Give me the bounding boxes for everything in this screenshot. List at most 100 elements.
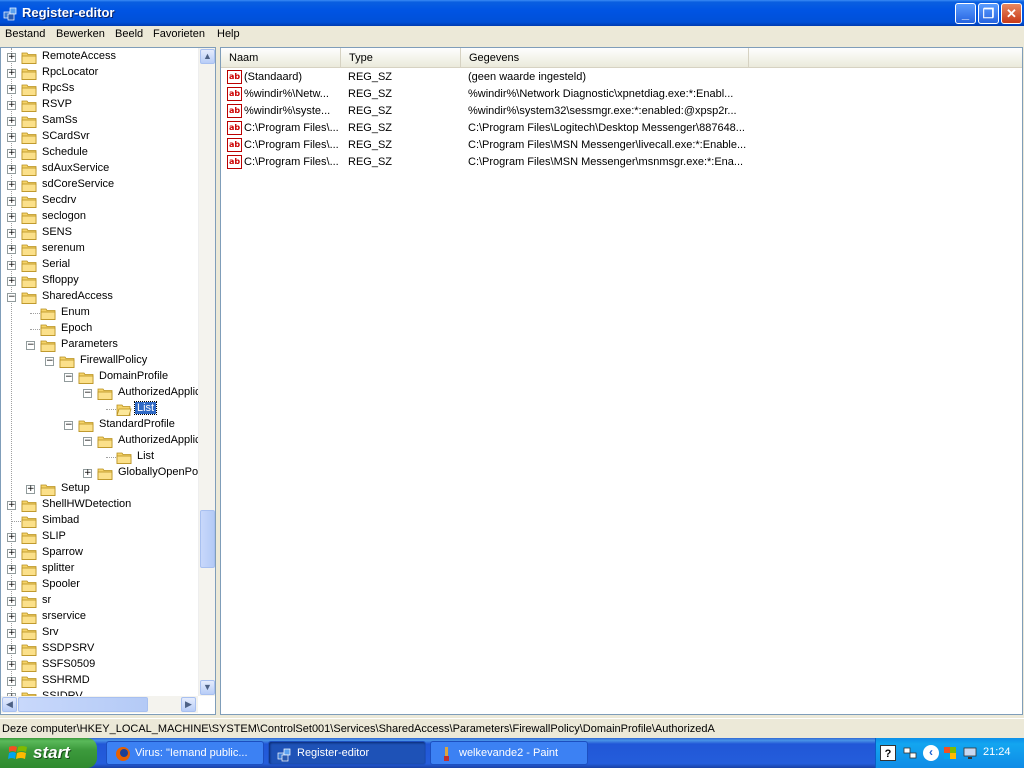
tree-node[interactable]: + SLIP	[1, 529, 215, 545]
tree-node-label[interactable]: SharedAccess	[40, 290, 115, 302]
tree-node[interactable]: + sr	[1, 593, 215, 609]
expand-icon[interactable]: +	[7, 533, 16, 542]
tree-node[interactable]: − AuthorizedApplic	[1, 385, 215, 401]
menu-bewerken[interactable]: Bewerken	[56, 28, 105, 40]
tree-node[interactable]: + Sparrow	[1, 545, 215, 561]
column-naam[interactable]: Naam	[221, 48, 341, 68]
expand-icon[interactable]: +	[7, 565, 16, 574]
collapse-icon[interactable]: −	[45, 357, 54, 366]
tree-node[interactable]: + sdAuxService	[1, 161, 215, 177]
tree-node[interactable]: Epoch	[1, 321, 215, 337]
tree-node-label[interactable]: Spooler	[40, 578, 82, 590]
tree-node[interactable]: + ShellHWDetection	[1, 497, 215, 513]
tree-node-label[interactable]: FirewallPolicy	[78, 354, 149, 366]
title-bar[interactable]: Register-editor _ ❐ ✕	[0, 0, 1024, 26]
tree-vertical-scrollbar[interactable]: ▲ ▼	[198, 48, 215, 696]
scroll-right-button[interactable]: ▶	[181, 697, 196, 712]
expand-icon[interactable]: +	[7, 613, 16, 622]
tree-node[interactable]: + Srv	[1, 625, 215, 641]
tree-node-label[interactable]: Parameters	[59, 338, 120, 350]
tree-node[interactable]: − SharedAccess	[1, 289, 215, 305]
expand-icon[interactable]: +	[7, 53, 16, 62]
collapse-icon[interactable]: −	[26, 341, 35, 350]
tree-node-label[interactable]: AuthorizedApplic	[116, 386, 203, 398]
tree-node-label[interactable]: Setup	[59, 482, 92, 494]
tree-node[interactable]: − StandardProfile	[1, 417, 215, 433]
tree-horizontal-scrollbar[interactable]: ◀ ▶	[1, 696, 198, 713]
network-icon[interactable]	[902, 745, 918, 761]
help-icon[interactable]: ?	[880, 745, 896, 761]
tree-node[interactable]: + Setup	[1, 481, 215, 497]
tree-node-label[interactable]: Enum	[59, 306, 92, 318]
tree-node-label[interactable]: List	[133, 401, 158, 415]
tree-node[interactable]: List	[1, 401, 215, 417]
menu-beeld[interactable]: Beeld	[115, 28, 143, 40]
values-list[interactable]: Naam Type Gegevens ab (Standaard) REG_SZ (g…	[220, 47, 1023, 715]
tree-node[interactable]: Enum	[1, 305, 215, 321]
tree-node[interactable]: + SSFS0509	[1, 657, 215, 673]
tree-node-label[interactable]: splitter	[40, 562, 76, 574]
collapse-icon[interactable]: −	[64, 421, 73, 430]
tree-node[interactable]: − Parameters	[1, 337, 215, 353]
tree-node-label[interactable]: RemoteAccess	[40, 50, 118, 62]
scroll-left-button[interactable]: ◀	[2, 697, 17, 712]
tree-node[interactable]: + SSDPSRV	[1, 641, 215, 657]
start-button[interactable]: start	[0, 738, 97, 768]
list-item[interactable]: ab C:\Program Files\... REG_SZ C:\Program F…	[221, 154, 1021, 171]
expand-icon[interactable]: +	[7, 581, 16, 590]
tree-node[interactable]: + splitter	[1, 561, 215, 577]
tree-node-label[interactable]: SamSs	[40, 114, 79, 126]
task-firefox[interactable]: Virus: "Iemand public...	[106, 741, 264, 765]
expand-icon[interactable]: +	[7, 181, 16, 190]
tree-node[interactable]: + RemoteAccess	[1, 49, 215, 65]
expand-icon[interactable]: +	[7, 213, 16, 222]
collapse-icon[interactable]: −	[64, 373, 73, 382]
tree-node-label[interactable]: SCardSvr	[40, 130, 92, 142]
tree-node-label[interactable]: serenum	[40, 242, 87, 254]
maximize-button[interactable]: ❐	[978, 3, 999, 24]
tree-node-label[interactable]: Secdrv	[40, 194, 78, 206]
tree-node-label[interactable]: sr	[40, 594, 53, 606]
collapse-icon[interactable]: −	[83, 437, 92, 446]
tree-node-label[interactable]: RpcSs	[40, 82, 76, 94]
column-gegevens[interactable]: Gegevens	[461, 48, 749, 68]
tree-node-label[interactable]: SSHRMD	[40, 674, 92, 686]
monitor-icon[interactable]	[962, 745, 978, 761]
tree-node-label[interactable]: Sparrow	[40, 546, 85, 558]
list-item[interactable]: ab C:\Program Files\... REG_SZ C:\Program F…	[221, 137, 1021, 154]
tree-node[interactable]: + srservice	[1, 609, 215, 625]
expand-icon[interactable]: +	[7, 245, 16, 254]
tree-node[interactable]: − DomainProfile	[1, 369, 215, 385]
tree-node[interactable]: + sdCoreService	[1, 177, 215, 193]
list-item[interactable]: ab %windir%\syste... REG_SZ %windir%\system…	[221, 103, 1021, 120]
expand-icon[interactable]: +	[7, 229, 16, 238]
expand-icon[interactable]: +	[7, 69, 16, 78]
expand-icon[interactable]: +	[7, 165, 16, 174]
task-paint[interactable]: welkevande2 - Paint	[430, 741, 588, 765]
scroll-down-button[interactable]: ▼	[200, 680, 215, 695]
tree-node[interactable]: + Secdrv	[1, 193, 215, 209]
minimize-button[interactable]: _	[955, 3, 976, 24]
tree-node[interactable]: + seclogon	[1, 209, 215, 225]
tree-node[interactable]: Simbad	[1, 513, 215, 529]
tree-node[interactable]: + Sfloppy	[1, 273, 215, 289]
tree-node[interactable]: − FirewallPolicy	[1, 353, 215, 369]
tree-node-label[interactable]: GloballyOpenPor	[116, 466, 204, 478]
close-button[interactable]: ✕	[1001, 3, 1022, 24]
expand-icon[interactable]: +	[7, 549, 16, 558]
tree-node[interactable]: + RpcLocator	[1, 65, 215, 81]
expand-icon[interactable]: +	[7, 197, 16, 206]
scroll-up-button[interactable]: ▲	[200, 49, 215, 64]
tree-node[interactable]: + Serial	[1, 257, 215, 273]
tree-node-label[interactable]: RpcLocator	[40, 66, 100, 78]
tree-node-label[interactable]: SSDPSRV	[40, 642, 96, 654]
expand-icon[interactable]: +	[7, 133, 16, 142]
tray-collapse-icon[interactable]: ‹	[923, 745, 939, 761]
column-type[interactable]: Type	[341, 48, 461, 68]
tree-node[interactable]: + RSVP	[1, 97, 215, 113]
tree-node[interactable]: + Schedule	[1, 145, 215, 161]
tree-node-label[interactable]: SENS	[40, 226, 74, 238]
expand-icon[interactable]: +	[7, 117, 16, 126]
tree-node-label[interactable]: SLIP	[40, 530, 68, 542]
list-item[interactable]: ab C:\Program Files\... REG_SZ C:\Program F…	[221, 120, 1021, 137]
